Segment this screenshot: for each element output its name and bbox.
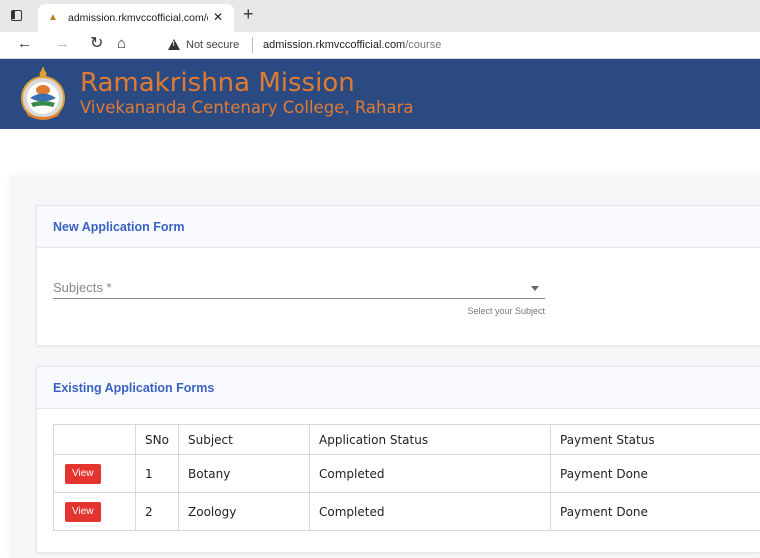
column-header-action — [53, 424, 136, 455]
subject-cell: Botany — [178, 454, 310, 493]
tab-actions-icon[interactable] — [11, 10, 22, 21]
table-row: View 2 Zoology Completed Payment Done — [53, 492, 760, 531]
back-arrow-icon[interactable]: ← — [17, 35, 32, 53]
site-title: Ramakrishna Mission — [80, 68, 355, 98]
reload-icon[interactable]: ↻ — [90, 35, 103, 53]
warning-icon[interactable] — [168, 39, 180, 50]
existing-applications-title: Existing Application Forms — [53, 381, 215, 395]
view-button[interactable]: View — [65, 501, 101, 522]
card-header: Existing Application Forms — [37, 367, 760, 409]
browser-tab[interactable]: ▲ admission.rkmvccofficial.com/co ✕ — [38, 4, 234, 32]
application-status-cell: Completed — [309, 492, 551, 531]
new-application-title: New Application Form — [53, 220, 185, 234]
url-field[interactable]: admission.rkmvccofficial.com/course — [263, 38, 441, 52]
subjects-helper-text: Select your Subject — [467, 306, 545, 316]
new-application-card: New Application Form Subjects * Select y… — [36, 205, 760, 346]
table-header-row: SNo Subject Application Status Payment S… — [53, 424, 760, 455]
table-row: View 1 Botany Completed Payment Done — [53, 454, 760, 493]
application-status-cell: Completed — [309, 454, 551, 493]
subject-cell: Zoology — [178, 492, 310, 531]
url-separator — [252, 37, 253, 53]
column-header-payment-status: Payment Status — [550, 424, 760, 455]
column-header-application-status: Application Status — [309, 424, 551, 455]
card-header: New Application Form — [37, 206, 760, 248]
action-cell: View — [53, 454, 136, 493]
action-cell: View — [53, 492, 136, 531]
college-logo-icon — [21, 66, 65, 120]
column-header-subject: Subject — [178, 424, 310, 455]
subjects-select-label[interactable]: Subjects * — [53, 280, 112, 296]
view-button[interactable]: View — [65, 463, 101, 484]
site-subtitle: Vivekananda Centenary College, Rahara — [80, 98, 414, 117]
site-favicon-icon: ▲ — [48, 12, 58, 23]
applications-table: SNo Subject Application Status Payment S… — [53, 424, 760, 531]
payment-status-cell: Payment Done — [550, 492, 760, 531]
tab-title: admission.rkmvccofficial.com/co — [68, 12, 208, 24]
url-path: /course — [405, 39, 442, 51]
subjects-select[interactable] — [53, 298, 545, 299]
sno-cell: 1 — [135, 454, 179, 493]
home-icon[interactable]: ⌂ — [117, 35, 126, 53]
payment-status-cell: Payment Done — [550, 454, 760, 493]
site-header: Ramakrishna Mission Vivekananda Centenar… — [0, 59, 760, 129]
sno-cell: 2 — [135, 492, 179, 531]
column-header-sno: SNo — [135, 424, 179, 455]
new-tab-icon[interactable]: + — [243, 4, 254, 24]
tab-close-icon[interactable]: ✕ — [213, 10, 223, 24]
browser-tabbar: ▲ admission.rkmvccofficial.com/co ✕ + — [0, 0, 760, 32]
not-secure-label[interactable]: Not secure — [186, 38, 239, 52]
existing-applications-card: Existing Application Forms SNo Subject A… — [36, 366, 760, 553]
url-host: admission.rkmvccofficial.com — [263, 39, 406, 51]
dropdown-arrow-icon[interactable] — [531, 286, 539, 291]
forward-arrow-icon[interactable]: → — [55, 35, 70, 53]
address-bar: ← → ↻ ⌂ Not secure admission.rkmvccoffic… — [0, 32, 760, 59]
